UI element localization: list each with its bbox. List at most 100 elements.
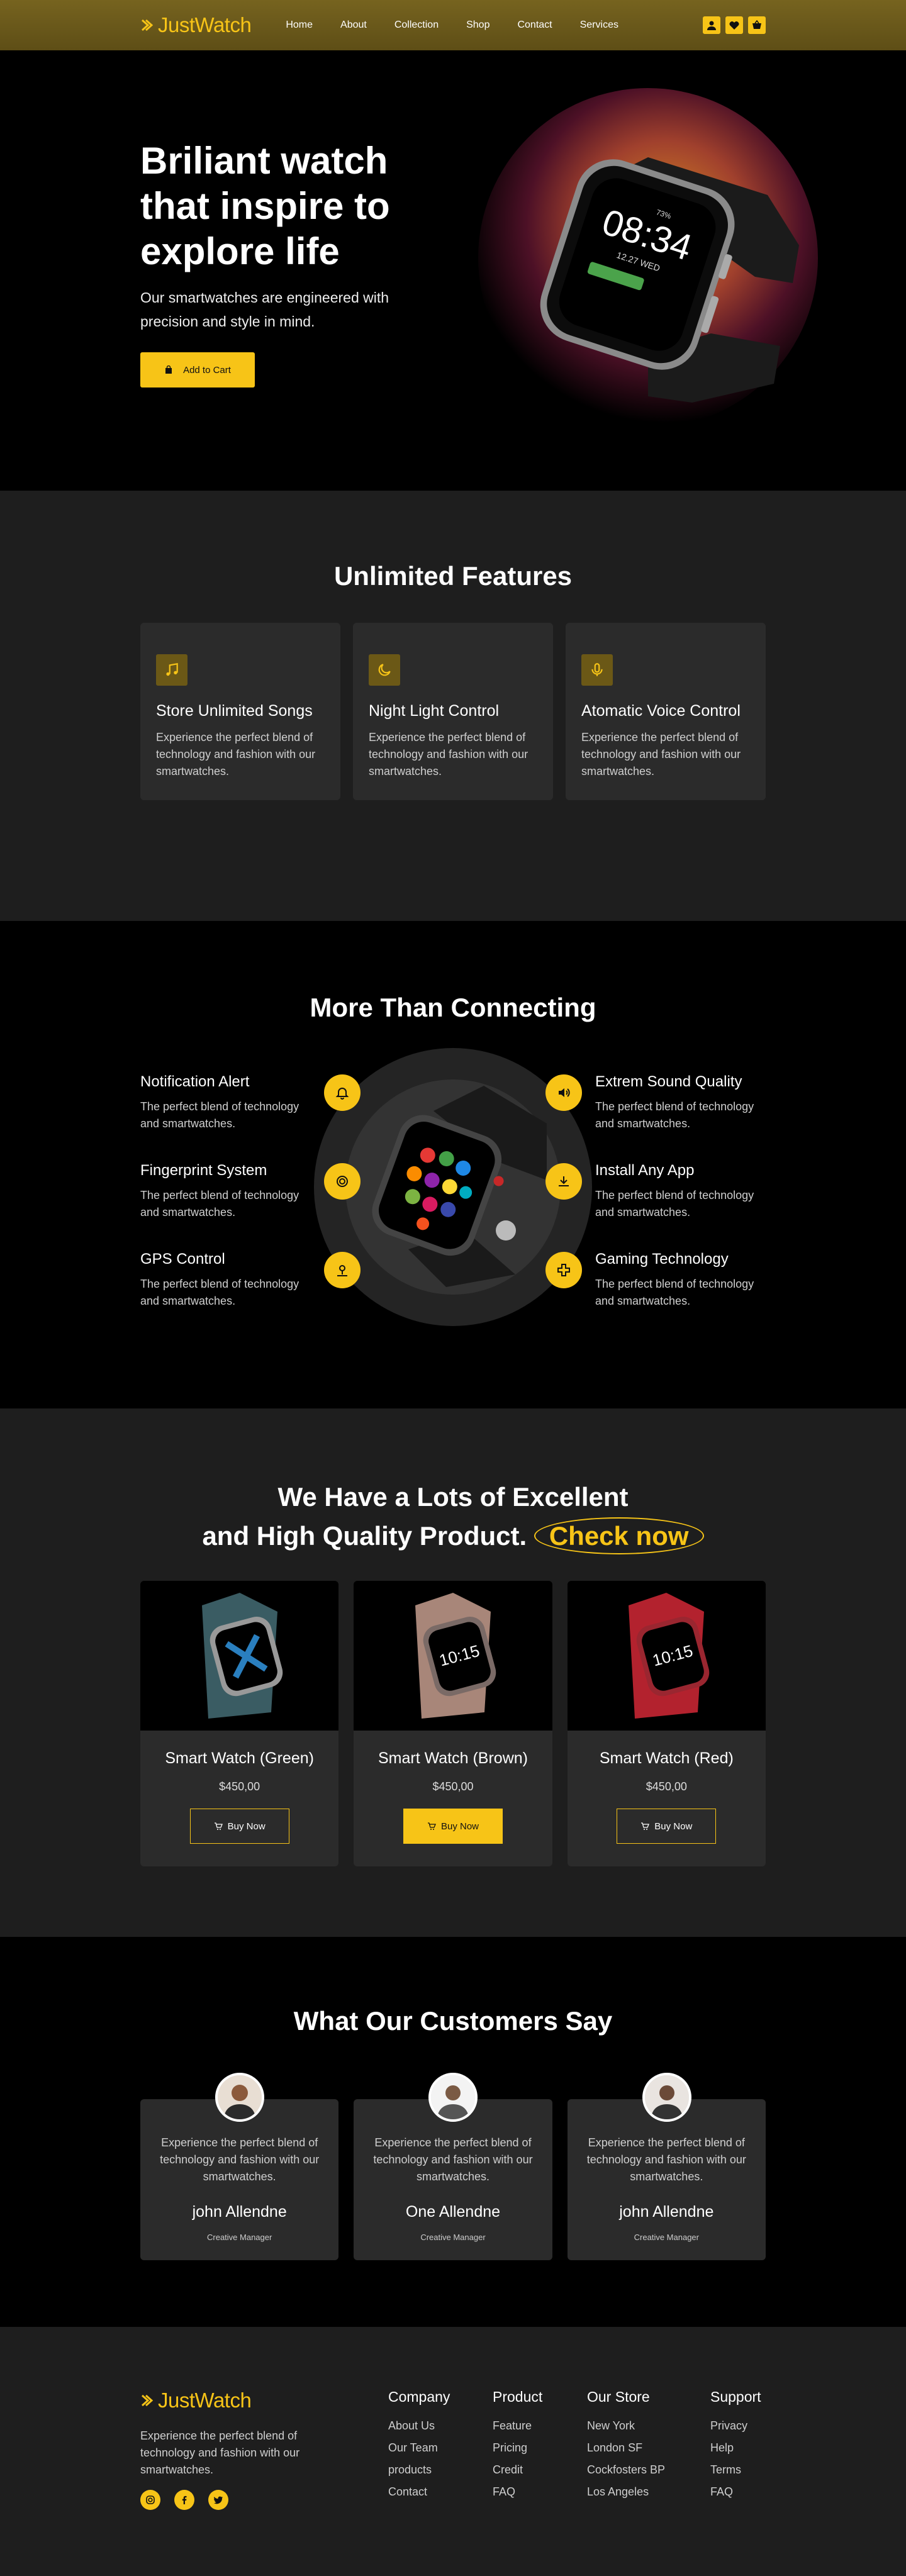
footer-logo[interactable]: JustWatch (140, 2389, 388, 2412)
connect-feature-text: The perfect blend of technology and smar… (140, 1189, 299, 1218)
add-to-cart-label: Add to Cart (183, 364, 231, 376)
buy-now-button[interactable]: Buy Now (403, 1809, 503, 1844)
products-title: We Have a Lots of Excellent and High Qua… (140, 1408, 766, 1556)
add-to-cart-button[interactable]: Add to Cart (140, 352, 255, 388)
footer-link[interactable]: Privacy (710, 2419, 766, 2433)
footer-link[interactable]: London SF (587, 2441, 710, 2455)
connect-feature-right: Extrem Sound Quality The perfect blend o… (595, 1073, 774, 1132)
feature-title: Night Light Control (369, 702, 500, 720)
microphone-icon (581, 654, 613, 686)
footer-link[interactable]: New York (587, 2419, 710, 2433)
connect-feature-text: The perfect blend of technology and smar… (140, 1278, 299, 1307)
cart-icon[interactable] (748, 16, 766, 34)
footer-column-product: Product Feature Pricing Credit FAQ (493, 2389, 587, 2510)
footer-link[interactable]: Credit (493, 2463, 587, 2477)
buy-now-button[interactable]: Buy Now (189, 1809, 289, 1844)
product-image (140, 1581, 339, 1731)
connect-watch-image (372, 1086, 547, 1287)
testimonial-card: Experience the perfect blend of technolo… (567, 2073, 766, 2260)
hero-watch-image: 08:34 12.27 WED 73% (540, 157, 799, 403)
cart-icon (214, 1822, 223, 1830)
fingerprint-icon (324, 1163, 361, 1200)
products-title-line1: We Have a Lots of Excellent (277, 1482, 629, 1512)
connecting-grid: Notification Alert The perfect blend of … (140, 1048, 766, 1350)
feature-card: Night Light Control Experience the perfe… (353, 623, 553, 800)
check-now-link[interactable]: Check now (534, 1517, 704, 1554)
product-image: 10:15 (567, 1581, 766, 1731)
instagram-icon[interactable] (140, 2490, 160, 2510)
connect-feature-title: Fingerprint System (140, 1162, 267, 1179)
footer-text: Experience the perfect blend of technolo… (140, 2429, 300, 2476)
nav-links: Home About Collection Shop Contact Servi… (286, 20, 646, 31)
avatar (428, 2073, 478, 2122)
social-links (140, 2490, 388, 2510)
connect-feature-left: Fingerprint System The perfect blend of … (140, 1162, 319, 1221)
testimonial-card: Experience the perfect blend of technolo… (354, 2073, 552, 2260)
testimonial-role: Creative Manager (207, 2233, 272, 2242)
footer-link[interactable]: About Us (388, 2419, 493, 2433)
testimonial-role: Creative Manager (634, 2233, 699, 2242)
footer-link[interactable]: Feature (493, 2419, 587, 2433)
footer-column-title: Support (710, 2389, 761, 2405)
nav-collection[interactable]: Collection (394, 20, 439, 31)
feature-text: Experience the perfect blend of technolo… (156, 731, 316, 778)
nav-contact[interactable]: Contact (517, 20, 552, 31)
footer-logo-text: JustWatch (158, 2389, 252, 2412)
heart-icon[interactable] (725, 16, 743, 34)
connect-feature-left: Notification Alert The perfect blend of … (140, 1073, 319, 1132)
footer-link[interactable]: FAQ (710, 2485, 766, 2499)
footer-link[interactable]: Our Team (388, 2441, 493, 2455)
feature-cards: Store Unlimited Songs Experience the per… (140, 623, 766, 800)
product-card: 10:15 Smart Watch (Brown) $450,00 Buy No… (354, 1581, 552, 1866)
footer-link[interactable]: Los Angeles (587, 2485, 710, 2499)
twitter-icon[interactable] (208, 2490, 228, 2510)
top-navbar: JustWatch Home About Collection Shop Con… (0, 0, 906, 50)
connect-feature-right: Gaming Technology The perfect blend of t… (595, 1251, 774, 1310)
product-price: $450,00 (432, 1780, 474, 1793)
connect-feature-title: Gaming Technology (595, 1251, 729, 1268)
nav-icons (703, 16, 766, 34)
download-icon (545, 1163, 582, 1200)
gamepad-icon (545, 1252, 582, 1288)
nav-home[interactable]: Home (286, 20, 313, 31)
cart-icon (641, 1822, 650, 1830)
feature-title: Atomatic Voice Control (581, 702, 741, 720)
user-icon[interactable] (703, 16, 720, 34)
products-title-line2: and High Quality Product. (202, 1521, 527, 1551)
connect-feature-text: The perfect blend of technology and smar… (140, 1100, 299, 1130)
feature-card: Atomatic Voice Control Experience the pe… (566, 623, 766, 800)
avatar (642, 2073, 691, 2122)
footer-link[interactable]: FAQ (493, 2485, 587, 2499)
bell-icon (324, 1074, 361, 1111)
product-name: Smart Watch (Green) (165, 1749, 314, 1767)
product-image: 10:15 (354, 1581, 552, 1731)
connect-feature-title: Notification Alert (140, 1073, 250, 1090)
logo[interactable]: JustWatch (140, 13, 252, 37)
nav-shop[interactable]: Shop (466, 20, 489, 31)
feature-text: Experience the perfect blend of technolo… (581, 731, 741, 778)
nav-about[interactable]: About (340, 20, 367, 31)
buy-now-button[interactable]: Buy Now (617, 1809, 717, 1844)
products-section: We Have a Lots of Excellent and High Qua… (0, 1408, 906, 1937)
logo-mark-icon (142, 19, 154, 31)
facebook-icon[interactable] (174, 2490, 194, 2510)
testimonial-text: Experience the perfect blend of technolo… (586, 2136, 746, 2183)
location-icon (324, 1252, 361, 1288)
footer-column-title: Company (388, 2389, 450, 2405)
testimonial-role: Creative Manager (420, 2233, 486, 2242)
footer-link[interactable]: Contact (388, 2485, 493, 2499)
connect-feature-right: Install Any App The perfect blend of tec… (595, 1162, 774, 1221)
testimonials-title: What Our Customers Say (293, 2006, 613, 2036)
footer-link[interactable]: Cockfosters BP (587, 2463, 710, 2477)
connect-feature-title: GPS Control (140, 1251, 225, 1268)
footer-link[interactable]: Help (710, 2441, 766, 2455)
footer-link[interactable]: Terms (710, 2463, 766, 2477)
footer-link[interactable]: products (388, 2463, 493, 2477)
product-card: 10:15 Smart Watch (Red) $450,00 Buy Now (567, 1581, 766, 1866)
product-card: Smart Watch (Green) $450,00 Buy Now (140, 1581, 339, 1866)
nav-services[interactable]: Services (580, 20, 618, 31)
feature-card: Store Unlimited Songs Experience the per… (140, 623, 340, 800)
avatar (215, 2073, 264, 2122)
footer-link[interactable]: Pricing (493, 2441, 587, 2455)
testimonial-name: john Allendne (192, 2203, 287, 2221)
